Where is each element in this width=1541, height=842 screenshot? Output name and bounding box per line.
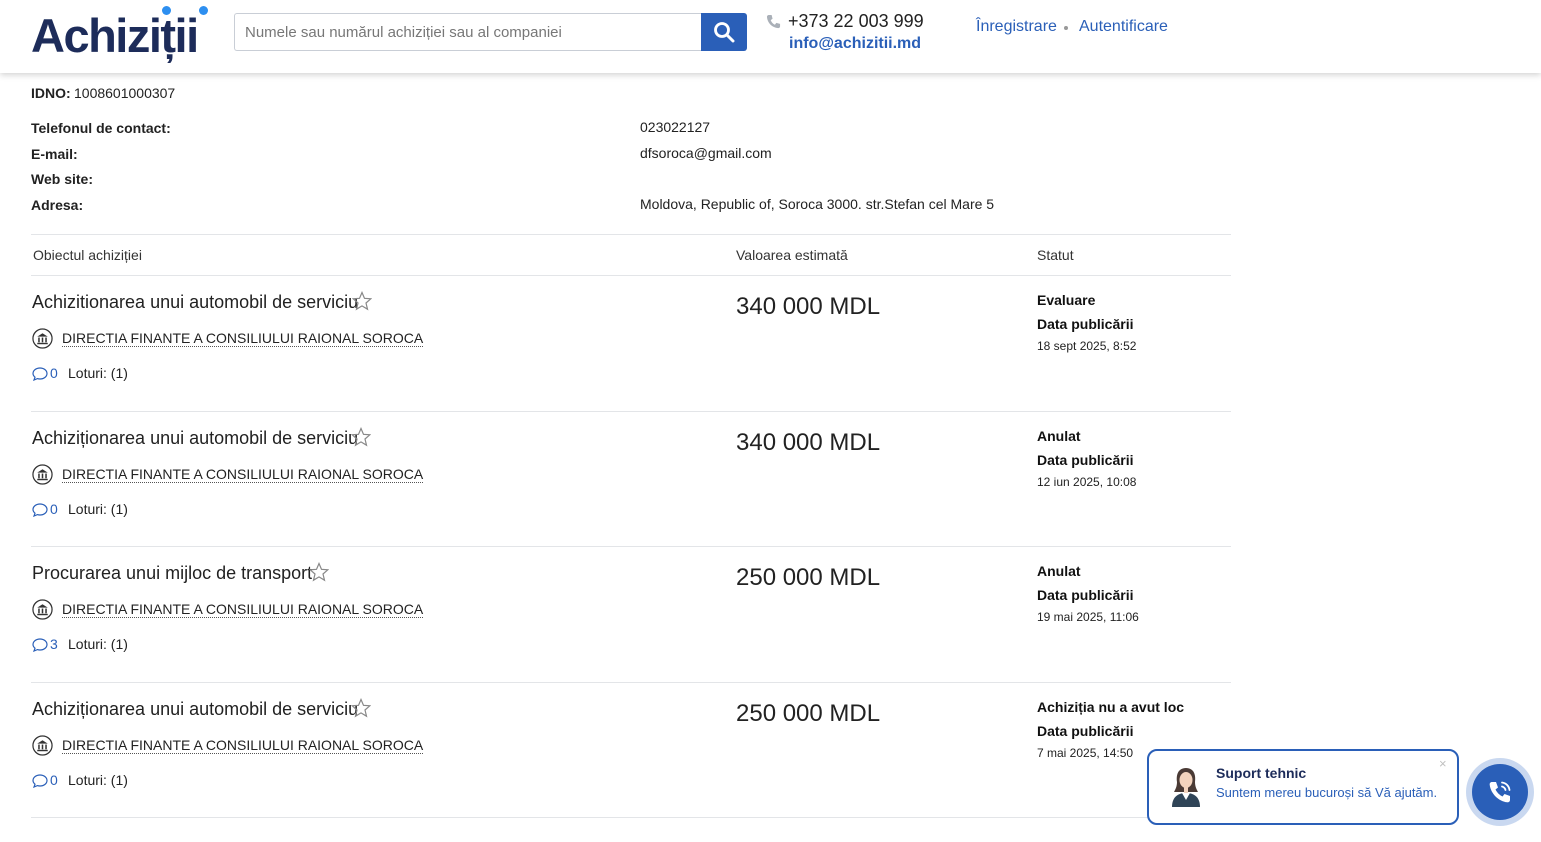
comment-icon[interactable] xyxy=(32,503,48,517)
search-button[interactable] xyxy=(701,13,747,51)
institution-icon xyxy=(32,735,53,756)
organization-link[interactable]: DIRECTIA FINANTE A CONSILIULUI RAIONAL S… xyxy=(62,601,424,618)
comment-count[interactable]: 0 xyxy=(50,501,58,517)
estimated-value: 250 000 MDL xyxy=(736,700,881,727)
divider xyxy=(31,234,1231,235)
publication-date: 18 sept 2025, 8:52 xyxy=(1037,339,1137,353)
search-input[interactable] xyxy=(234,13,702,51)
phone-value: 023022127 xyxy=(640,119,711,135)
publication-date-label: Data publicării xyxy=(1037,452,1134,468)
address-value: Moldova, Republic of, Soroca 3000. str.S… xyxy=(640,196,995,212)
phone-label: Telefonul de contact: xyxy=(31,120,171,136)
publication-date-label: Data publicării xyxy=(1037,723,1134,739)
support-subtitle: Suntem mereu bucuroși să Vă ajutăm. xyxy=(1216,785,1438,800)
close-icon[interactable]: × xyxy=(1439,756,1447,771)
register-link[interactable]: Înregistrare xyxy=(976,18,1057,36)
estimated-value: 250 000 MDL xyxy=(736,564,881,591)
star-icon[interactable] xyxy=(351,427,371,447)
institution-icon xyxy=(32,464,53,485)
organization-link[interactable]: DIRECTIA FINANTE A CONSILIULUI RAIONAL S… xyxy=(62,330,424,347)
estimated-value: 340 000 MDL xyxy=(736,293,881,320)
website-label: Web site: xyxy=(31,171,93,187)
address-label: Adresa: xyxy=(31,197,84,213)
star-icon[interactable] xyxy=(309,562,329,582)
lots-count: Loturi: (1) xyxy=(68,636,128,652)
call-button-inner xyxy=(1472,764,1528,820)
call-support-button[interactable] xyxy=(1466,758,1534,826)
publication-date: 7 mai 2025, 14:50 xyxy=(1037,746,1134,760)
institution-icon xyxy=(32,328,53,349)
idno-label: IDNO: xyxy=(31,85,71,101)
login-link[interactable]: Autentificare xyxy=(1079,18,1168,36)
status-text: Achiziția nu a avut loc xyxy=(1037,699,1185,715)
publication-date: 12 iun 2025, 10:08 xyxy=(1037,475,1137,489)
comment-count[interactable]: 3 xyxy=(50,636,58,652)
table-row[interactable]: Achiziționarea unui automobil de servici… xyxy=(31,682,1231,818)
site-header: Achiziții +373 22 003 999 info@achizitii… xyxy=(0,0,1541,73)
table-row[interactable]: Achiziționarea unui automobil de servici… xyxy=(31,411,1231,547)
email-value: dfsoroca@gmail.com xyxy=(640,145,772,161)
table-row[interactable]: Achizitionarea unui automobil de servici… xyxy=(31,275,1231,411)
support-chat-popup[interactable]: Suport tehnic Suntem mereu bucuroși să V… xyxy=(1147,749,1459,825)
status-text: Evaluare xyxy=(1037,292,1096,308)
comment-icon[interactable] xyxy=(32,774,48,788)
logo-text: Achiziții xyxy=(31,9,199,62)
star-icon[interactable] xyxy=(351,698,371,718)
organization-link[interactable]: DIRECTIA FINANTE A CONSILIULUI RAIONAL S… xyxy=(62,737,424,754)
email-label: E-mail: xyxy=(31,146,78,162)
status-text: Anulat xyxy=(1037,428,1081,444)
estimated-value: 340 000 MDL xyxy=(736,429,881,456)
search-icon xyxy=(714,22,735,43)
header-phone[interactable]: +373 22 003 999 xyxy=(788,11,924,32)
comment-count[interactable]: 0 xyxy=(50,772,58,788)
logo-dot-decoration xyxy=(162,6,171,15)
status-text: Anulat xyxy=(1037,563,1081,579)
support-agent-avatar-icon xyxy=(1172,768,1200,807)
column-header-status: Statut xyxy=(1037,247,1074,263)
procurement-title-link[interactable]: Achiziționarea unui automobil de servici… xyxy=(32,699,358,720)
procurement-title-link[interactable]: Procurarea unui mijloc de transport xyxy=(32,563,312,584)
publication-date: 19 mai 2025, 11:06 xyxy=(1037,610,1139,624)
phone-call-icon xyxy=(1489,781,1511,803)
publication-date-label: Data publicării xyxy=(1037,316,1134,332)
procurement-title-link[interactable]: Achiziționarea unui automobil de servici… xyxy=(32,428,358,449)
header-email-link[interactable]: info@achizitii.md xyxy=(789,35,921,53)
star-icon[interactable] xyxy=(352,291,372,311)
lots-count: Loturi: (1) xyxy=(68,365,128,381)
publication-date-label: Data publicării xyxy=(1037,587,1134,603)
logo-dot-decoration xyxy=(199,6,208,15)
lots-count: Loturi: (1) xyxy=(68,772,128,788)
phone-icon xyxy=(766,14,781,29)
support-title: Suport tehnic xyxy=(1216,765,1307,781)
procurement-title-link[interactable]: Achizitionarea unui automobil de servici… xyxy=(32,292,358,313)
divider xyxy=(31,817,1231,818)
comment-icon[interactable] xyxy=(32,638,48,652)
lots-count: Loturi: (1) xyxy=(68,501,128,517)
comment-icon[interactable] xyxy=(32,367,48,381)
organization-link[interactable]: DIRECTIA FINANTE A CONSILIULUI RAIONAL S… xyxy=(62,466,424,483)
idno-value: 1008601000307 xyxy=(74,85,176,101)
column-header-value: Valoarea estimată xyxy=(736,247,848,263)
site-logo[interactable]: Achiziții xyxy=(31,6,221,66)
table-row[interactable]: Procurarea unui mijloc de transport DIRE… xyxy=(31,546,1231,682)
nav-separator xyxy=(1064,26,1068,30)
institution-icon xyxy=(32,599,53,620)
comment-count[interactable]: 0 xyxy=(50,365,58,381)
column-header-object: Obiectul achiziției xyxy=(33,247,142,263)
